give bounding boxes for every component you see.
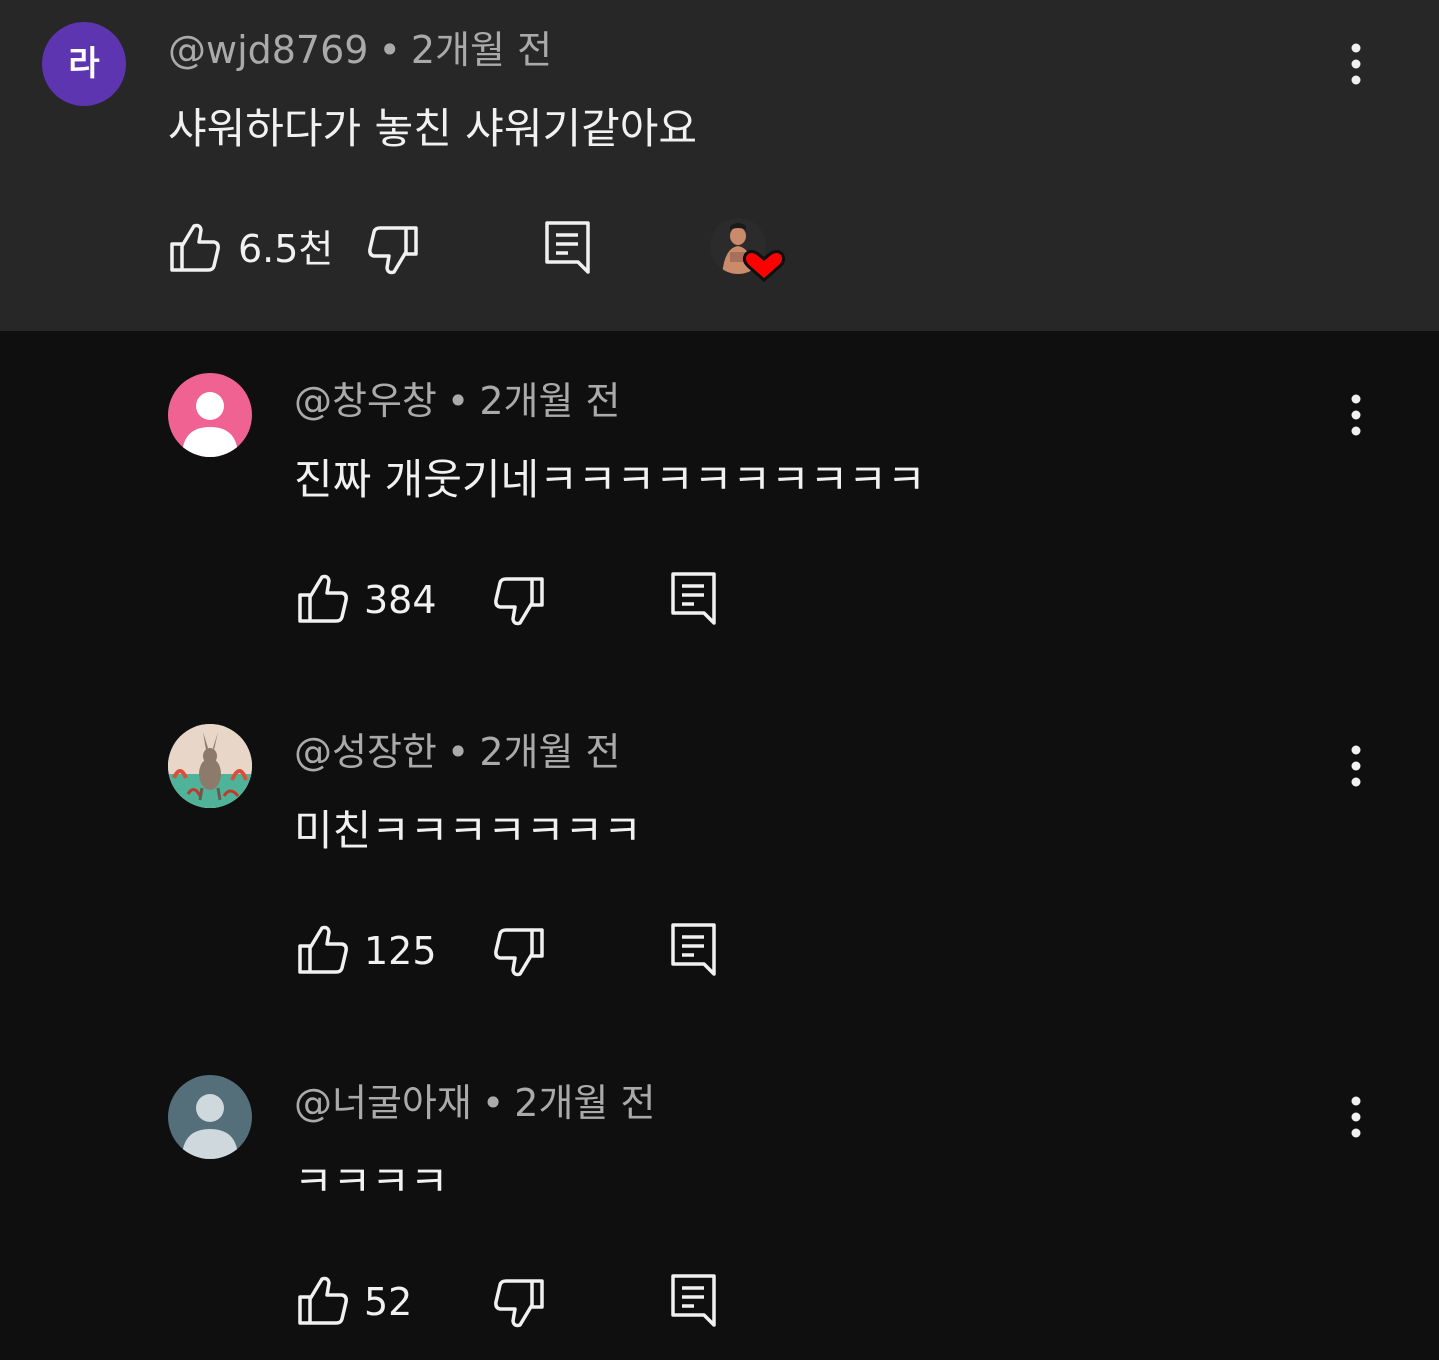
meta-separator: • (378, 28, 401, 72)
default-user-icon (182, 392, 238, 457)
list-item: @너굴아재 • 2개월 전 ㅋㅋㅋㅋ 52 (0, 1033, 1439, 1360)
thumbs-up-icon[interactable] (296, 924, 350, 976)
thumbs-up-icon[interactable] (296, 1275, 350, 1327)
meta-separator: • (446, 379, 470, 423)
like-count: 52 (364, 1280, 413, 1324)
avatar-letter: 라 (68, 44, 100, 84)
reply-icon[interactable] (544, 220, 592, 276)
like-count: 6.5천 (238, 227, 334, 271)
more-options-icon[interactable] (1336, 387, 1376, 447)
avatar[interactable] (168, 1075, 252, 1159)
reply-icon[interactable] (670, 571, 718, 627)
thumbs-down-icon[interactable] (366, 224, 420, 276)
comment-time: 2개월 전 (514, 1081, 656, 1125)
list-item: @창우창 • 2개월 전 진짜 개웃기네ㅋㅋㅋㅋㅋㅋㅋㅋㅋㅋ 384 (0, 331, 1439, 682)
comment-handle[interactable]: @너굴아재 (294, 1081, 472, 1125)
thumbs-down-icon[interactable] (492, 575, 546, 627)
comment-time: 2개월 전 (479, 730, 621, 774)
meta-separator: • (481, 1081, 505, 1125)
default-user-icon (182, 1094, 238, 1159)
comment-handle[interactable]: @wjd8769 (168, 28, 368, 72)
reply-icon[interactable] (670, 1273, 718, 1329)
thumbs-up-icon[interactable] (296, 573, 350, 625)
comment-time: 2개월 전 (479, 379, 621, 423)
comment-meta: @창우창 • 2개월 전 (294, 379, 620, 425)
comment-time: 2개월 전 (410, 28, 553, 72)
comment-handle[interactable]: @성장한 (294, 730, 437, 774)
comment-text: 미친ㅋㅋㅋㅋㅋㅋㅋ (294, 806, 642, 855)
thumbs-up-icon[interactable] (168, 222, 222, 274)
like-count: 125 (364, 929, 437, 973)
thumbs-down-icon[interactable] (492, 1277, 546, 1329)
avatar[interactable]: 라 (42, 22, 126, 106)
like-count: 384 (364, 578, 437, 622)
comment-text: ㅋㅋㅋㅋ (294, 1157, 449, 1206)
comment-handle[interactable]: @창우창 (294, 379, 437, 423)
highlighted-comment: 라 @wjd8769 • 2개월 전 샤워하다가 놓친 샤워기같아요 6.5천 (0, 0, 1439, 331)
more-options-icon[interactable] (1336, 738, 1376, 798)
list-item: @성장한 • 2개월 전 미친ㅋㅋㅋㅋㅋㅋㅋ 125 (0, 682, 1439, 1033)
more-options-icon[interactable] (1336, 36, 1376, 96)
comment-text: 샤워하다가 놓친 샤워기같아요 (168, 104, 698, 153)
comments-page: 라 @wjd8769•2개월 전 샤워하다가 놓친 샤워기같아요 6.5천 (0, 0, 1439, 1360)
thumbs-down-icon[interactable] (492, 926, 546, 978)
rabbit-picture-icon (168, 724, 252, 808)
comment-meta: @성장한 • 2개월 전 (294, 730, 620, 776)
comment-meta: @wjd8769 • 2개월 전 (168, 28, 552, 74)
more-options-icon[interactable] (1336, 1089, 1376, 1149)
comment-text: 진짜 개웃기네ㅋㅋㅋㅋㅋㅋㅋㅋㅋㅋ (294, 455, 926, 504)
meta-separator: • (446, 730, 470, 774)
reply-icon[interactable] (670, 922, 718, 978)
avatar[interactable] (168, 373, 252, 457)
avatar[interactable] (168, 724, 252, 808)
comment-meta: @너굴아재 • 2개월 전 (294, 1081, 655, 1127)
creator-heart-icon (710, 218, 786, 282)
